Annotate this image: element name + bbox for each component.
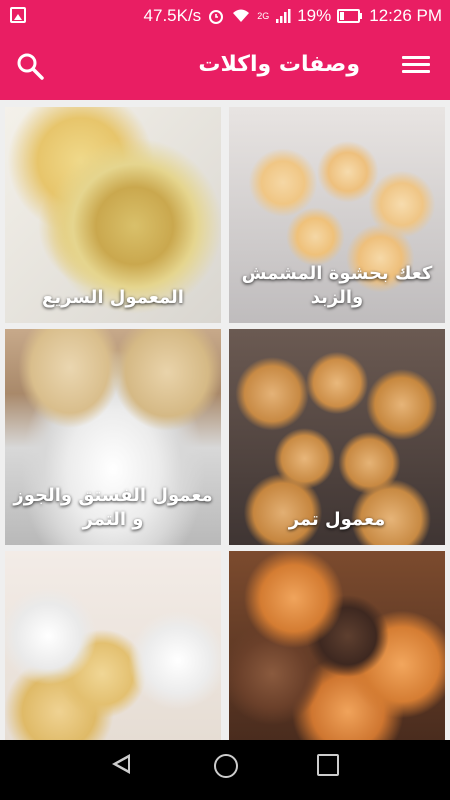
battery-percent: 19% — [297, 6, 332, 25]
recents-icon[interactable] — [317, 754, 339, 776]
alarm-icon — [209, 10, 224, 24]
recipe-card-6[interactable] — [229, 551, 445, 740]
status-bar: 47.5K/s 2G 19% 12:26 PM — [0, 0, 450, 32]
photo-icon — [10, 7, 26, 23]
back-icon[interactable] — [112, 754, 130, 774]
recipe-card-apricot-kaak[interactable]: كعك بحشوة المشمش والزبد — [229, 107, 445, 323]
wifi-icon — [233, 9, 250, 22]
signal-icon — [276, 9, 291, 23]
menu-icon[interactable] — [402, 52, 430, 80]
recipe-image — [5, 551, 221, 740]
search-icon[interactable] — [14, 50, 46, 82]
app-bar: وصفات واكلات — [0, 32, 450, 100]
recipe-label: معمول الفستق والجوز و التمر — [13, 485, 213, 530]
recipe-card-date-maamoul[interactable]: معمول تمر — [229, 329, 445, 545]
clock: 12:26 PM — [369, 6, 442, 25]
recipe-image — [229, 551, 445, 740]
app-title: وصفات واكلات — [198, 52, 360, 77]
recipe-label: كعك بحشوة المشمش والزبد — [241, 263, 433, 308]
recipe-grid: المعمول السريع كعك بحشوة المشمش والزبد م… — [0, 100, 450, 740]
recipe-card-5[interactable] — [5, 551, 221, 740]
system-nav-bar — [0, 740, 450, 800]
network-speed: 47.5K/s — [143, 6, 202, 25]
recipe-card-quick-maamoul[interactable]: المعمول السريع — [5, 107, 221, 323]
home-icon[interactable] — [214, 754, 238, 778]
battery-icon — [337, 9, 363, 23]
network-badge: 2G — [257, 11, 270, 21]
status-right: 47.5K/s 2G 19% 12:26 PM — [144, 0, 442, 32]
recipe-card-pistachio-walnut-date[interactable]: معمول الفستق والجوز و التمر — [5, 329, 221, 545]
recipe-label: معمول تمر — [288, 508, 386, 530]
recipe-label: المعمول السريع — [42, 286, 184, 308]
